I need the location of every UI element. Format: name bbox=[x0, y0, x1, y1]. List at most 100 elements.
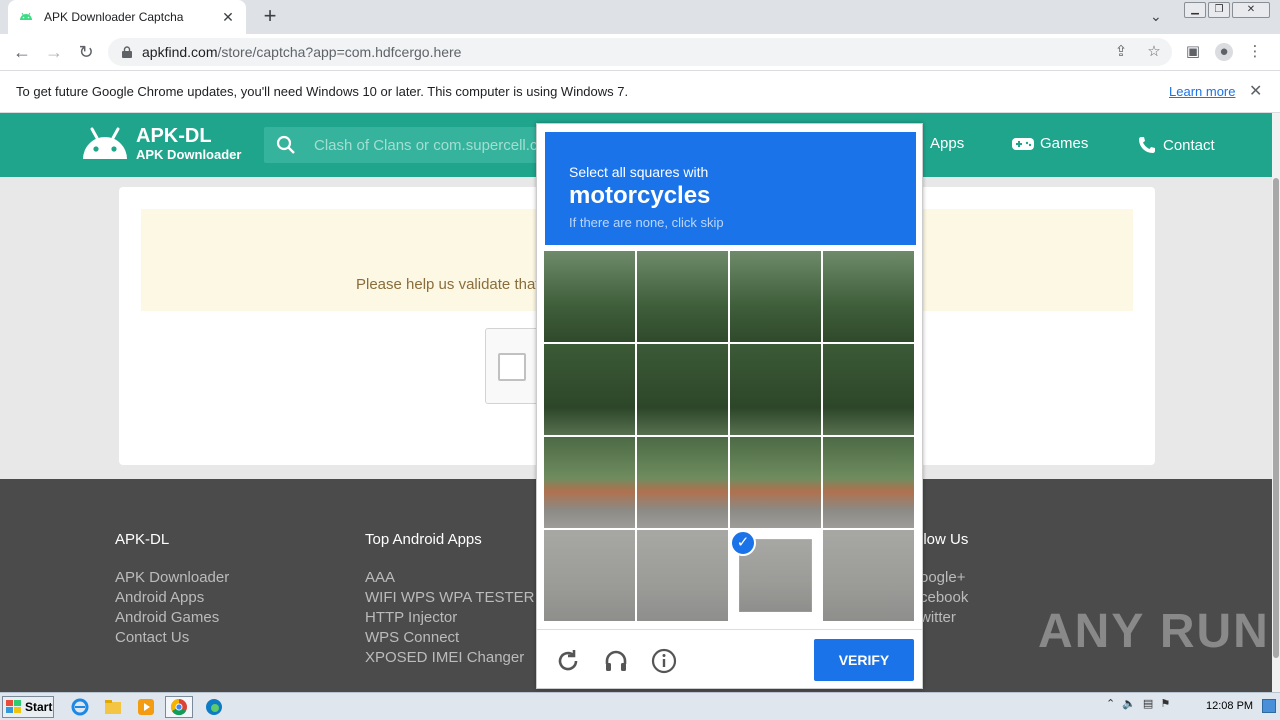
captcha-tile[interactable] bbox=[544, 437, 635, 528]
reload-icon[interactable]: ↻ bbox=[76, 42, 96, 62]
captcha-tile[interactable] bbox=[730, 344, 821, 435]
verify-button[interactable]: VERIFY bbox=[814, 639, 914, 681]
captcha-tile-image bbox=[637, 530, 728, 621]
captcha-tile-image bbox=[544, 530, 635, 621]
minimize-button[interactable]: ▁ bbox=[1184, 2, 1206, 18]
captcha-tile[interactable] bbox=[823, 344, 914, 435]
taskbar-media-player[interactable] bbox=[132, 696, 160, 718]
captcha-tile[interactable]: ✓ bbox=[730, 530, 821, 621]
tab-title: APK Downloader Captcha bbox=[44, 10, 184, 24]
tab-strip: APK Downloader Captcha ✕ + ⌄ ▁ ❐ ✕ bbox=[0, 0, 1280, 34]
captcha-tile-image bbox=[637, 437, 728, 528]
url-host: apkfind.com bbox=[142, 44, 218, 60]
footer-link[interactable]: XPOSED IMEI Changer bbox=[365, 648, 534, 668]
search-placeholder: Clash of Clans or com.supercell.c bbox=[314, 136, 538, 154]
captcha-tile-image bbox=[823, 251, 914, 342]
captcha-tile[interactable] bbox=[637, 251, 728, 342]
nav-apps[interactable]: Apps bbox=[930, 135, 964, 152]
footer-link[interactable]: AAA bbox=[365, 568, 534, 588]
reload-challenge-icon[interactable] bbox=[555, 648, 581, 674]
page-scrollbar[interactable] bbox=[1272, 113, 1280, 692]
nav-contact[interactable]: Contact bbox=[1137, 135, 1215, 155]
close-tab-icon[interactable]: ✕ bbox=[220, 9, 236, 26]
footer-link[interactable]: WIFI WPS WPA TESTER bbox=[365, 588, 534, 608]
footer-heading: llow Us bbox=[920, 531, 969, 548]
footer-link[interactable]: witter bbox=[920, 608, 968, 628]
site-logo[interactable]: APK-DL APK Downloader bbox=[80, 125, 241, 161]
captcha-challenge-dialog: Select all squares with motorcycles If t… bbox=[536, 123, 923, 689]
taskbar-explorer[interactable] bbox=[99, 696, 127, 718]
footer-heading: APK-DL bbox=[115, 531, 170, 548]
captcha-tile[interactable] bbox=[544, 344, 635, 435]
instruction-target: motorcycles bbox=[569, 182, 711, 209]
captcha-tile[interactable] bbox=[637, 344, 728, 435]
share-icon[interactable]: ⇪ bbox=[1112, 43, 1130, 61]
captcha-tile[interactable] bbox=[823, 437, 914, 528]
captcha-tile[interactable] bbox=[544, 251, 635, 342]
info-icon[interactable] bbox=[651, 648, 677, 674]
captcha-footer: VERIFY bbox=[537, 629, 922, 689]
footer-link[interactable]: Android Apps bbox=[115, 588, 229, 608]
captcha-tile[interactable] bbox=[823, 530, 914, 621]
audio-challenge-icon[interactable] bbox=[603, 648, 629, 674]
learn-more-link[interactable]: Learn more bbox=[1169, 84, 1235, 99]
new-tab-button[interactable]: + bbox=[258, 5, 282, 29]
captcha-tile-image bbox=[823, 344, 914, 435]
show-desktop-button[interactable] bbox=[1262, 699, 1276, 713]
taskbar-ie[interactable] bbox=[66, 696, 94, 718]
footer-link[interactable]: APK Downloader bbox=[115, 568, 229, 588]
captcha-tile[interactable] bbox=[730, 437, 821, 528]
menu-dots-icon[interactable]: ⋮ bbox=[1246, 43, 1264, 61]
footer-link[interactable]: WPS Connect bbox=[365, 628, 534, 648]
alert-text: Please help us validate that bbox=[356, 276, 540, 293]
folder-icon bbox=[105, 700, 121, 714]
taskbar-chrome[interactable] bbox=[165, 696, 193, 718]
scrollbar-thumb[interactable] bbox=[1273, 178, 1279, 658]
instruction-hint: If there are none, click skip bbox=[569, 215, 724, 230]
nav-games[interactable]: Games bbox=[1012, 135, 1088, 152]
captcha-tile-image bbox=[730, 251, 821, 342]
side-panel-icon[interactable]: ▣ bbox=[1184, 43, 1202, 61]
profile-avatar-icon[interactable]: ● bbox=[1215, 43, 1233, 61]
close-window-button[interactable]: ✕ bbox=[1232, 2, 1270, 18]
restore-button[interactable]: ❐ bbox=[1208, 2, 1230, 18]
taskbar-edge[interactable] bbox=[200, 696, 228, 718]
captcha-tile-image bbox=[730, 344, 821, 435]
footer-link[interactable]: Contact Us bbox=[115, 628, 229, 648]
internet-explorer-icon bbox=[71, 698, 89, 716]
captcha-tile-image bbox=[544, 344, 635, 435]
close-infobar-icon[interactable]: ✕ bbox=[1249, 81, 1262, 101]
bookmark-star-icon[interactable]: ☆ bbox=[1145, 43, 1163, 61]
chevron-down-icon[interactable]: ⌄ bbox=[1150, 8, 1162, 25]
taskbar-clock[interactable]: 12:08 PM bbox=[1206, 700, 1253, 712]
footer-link[interactable]: cebook bbox=[920, 588, 968, 608]
site-search-input[interactable]: Clash of Clans or com.supercell.c bbox=[264, 127, 544, 163]
action-center-flag-icon[interactable]: ⚑ bbox=[1160, 697, 1170, 710]
tray-expand-icon[interactable]: ⌃ bbox=[1106, 697, 1115, 710]
url-path: /store/captcha?app=com.hdfcergo.here bbox=[217, 44, 462, 60]
captcha-tile[interactable] bbox=[637, 530, 728, 621]
captcha-tile[interactable] bbox=[637, 437, 728, 528]
forward-icon[interactable]: → bbox=[44, 42, 64, 62]
address-bar[interactable]: apkfind.com/store/captcha?app=com.hdfcer… bbox=[108, 38, 1172, 66]
windows-taskbar: Start ⌃ 🔈 ▤ ⚑ 12:08 PM bbox=[0, 692, 1280, 720]
android-icon bbox=[20, 12, 32, 20]
captcha-tile[interactable] bbox=[730, 251, 821, 342]
back-icon[interactable]: ← bbox=[12, 42, 32, 62]
network-icon[interactable]: ▤ bbox=[1143, 697, 1153, 710]
captcha-tile[interactable] bbox=[544, 530, 635, 621]
recaptcha-checkbox[interactable] bbox=[498, 353, 526, 381]
volume-icon[interactable]: 🔈 bbox=[1122, 697, 1136, 710]
captcha-tile-image bbox=[823, 530, 914, 621]
captcha-tile-image bbox=[544, 437, 635, 528]
media-player-icon bbox=[138, 699, 154, 715]
captcha-tile[interactable] bbox=[823, 251, 914, 342]
footer-link[interactable]: oogle+ bbox=[920, 568, 968, 588]
captcha-tile-image bbox=[637, 344, 728, 435]
footer-link[interactable]: HTTP Injector bbox=[365, 608, 534, 628]
start-button[interactable]: Start bbox=[2, 696, 54, 718]
captcha-instructions: Select all squares with motorcycles If t… bbox=[545, 132, 916, 245]
anyrun-watermark: ANY RUN bbox=[1038, 605, 1270, 658]
browser-tab[interactable]: APK Downloader Captcha ✕ bbox=[8, 0, 246, 34]
footer-link[interactable]: Android Games bbox=[115, 608, 229, 628]
